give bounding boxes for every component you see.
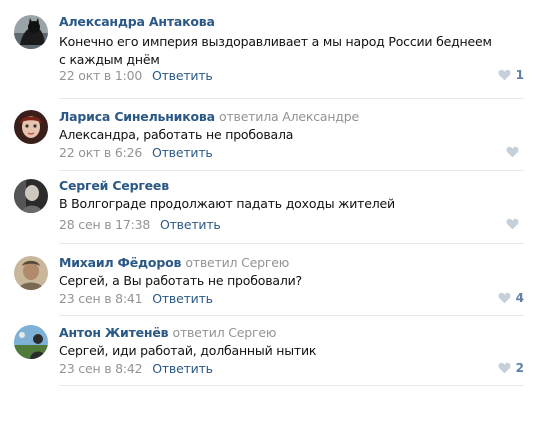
replied-to[interactable]: ответила Александре [219, 109, 359, 124]
divider [59, 98, 524, 99]
author-name[interactable]: Сергей Сергеев [59, 178, 169, 193]
comment-date[interactable]: 23 сен в 8:41 [59, 291, 143, 306]
reply-button[interactable]: Ответить [152, 291, 213, 306]
divider [59, 385, 524, 386]
like-count: 1 [515, 68, 524, 82]
comment-author[interactable]: Александра Антакова [59, 14, 215, 29]
comment-text: Конечно его империя выздоравливает а мы … [59, 34, 492, 67]
comment-text: В Волгограде продолжают падать доходы жи… [59, 196, 395, 211]
replied-to[interactable]: ответил Сергею [173, 325, 277, 340]
reply-button[interactable]: Ответить [152, 145, 213, 160]
divider [59, 315, 524, 316]
avatar[interactable] [14, 256, 48, 290]
author-name[interactable]: Александра Антакова [59, 14, 215, 29]
author-name[interactable]: Михаил Фёдоров [59, 255, 181, 270]
comment-meta: 28 сен в 17:38 Ответить [59, 217, 221, 232]
heart-icon [498, 362, 511, 374]
reply-button[interactable]: Ответить [152, 68, 213, 83]
comment-meta: 23 сен в 8:41 Ответить [59, 291, 213, 306]
heart-icon [498, 292, 511, 304]
comment-author[interactable]: Лариса Синельникова ответила Александре [59, 109, 359, 124]
comment-author[interactable]: Антон Житенёв ответил Сергею [59, 325, 276, 340]
author-name[interactable]: Антон Житенёв [59, 325, 169, 340]
comment-date[interactable]: 22 окт в 6:26 [59, 145, 142, 160]
comment-date[interactable]: 23 сен в 8:42 [59, 361, 143, 376]
heart-icon [506, 218, 519, 230]
comment-meta: 23 сен в 8:42 Ответить [59, 361, 213, 376]
comment-text: Сергей, а Вы работать не пробовали? [59, 273, 302, 288]
like-button[interactable]: 2 [498, 361, 524, 375]
comment-text: Сергей, иди работай, долбанный нытик [59, 343, 317, 358]
avatar[interactable] [14, 179, 48, 213]
divider [59, 170, 524, 171]
comment-meta: 22 окт в 1:00 Ответить [59, 68, 213, 83]
like-button[interactable]: 4 [498, 291, 524, 305]
avatar[interactable] [14, 325, 48, 359]
replied-to[interactable]: ответил Сергею [185, 255, 289, 270]
like-count: 4 [515, 291, 524, 305]
comment-author[interactable]: Сергей Сергеев [59, 178, 169, 193]
like-button[interactable]: 1 [498, 68, 524, 82]
avatar[interactable] [14, 110, 48, 144]
comment-author[interactable]: Михаил Фёдоров ответил Сергею [59, 255, 289, 270]
like-button[interactable] [506, 146, 524, 158]
reply-button[interactable]: Ответить [152, 361, 213, 376]
comment-meta: 22 окт в 6:26 Ответить [59, 145, 213, 160]
like-button[interactable] [506, 218, 524, 230]
comment-date[interactable]: 28 сен в 17:38 [59, 217, 150, 232]
heart-icon [498, 69, 511, 81]
avatar[interactable] [14, 15, 48, 49]
heart-icon [506, 146, 519, 158]
author-name[interactable]: Лариса Синельникова [59, 109, 215, 124]
reply-button[interactable]: Ответить [160, 217, 221, 232]
divider [59, 243, 524, 244]
comment-date[interactable]: 22 окт в 1:00 [59, 68, 142, 83]
comment-text: Александра, работать не пробовала [59, 127, 294, 142]
like-count: 2 [515, 361, 524, 375]
